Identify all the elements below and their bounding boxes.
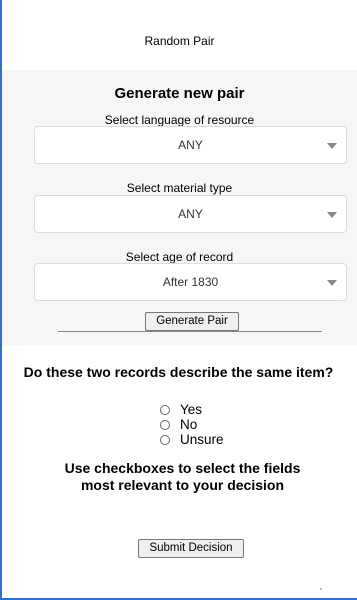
record-age-label: Select age of record (125, 250, 234, 264)
language-select-value: ANY (178, 138, 203, 152)
page-title: Random Pair (144, 34, 215, 48)
submit-decision-button[interactable]: Submit Decision (138, 539, 244, 558)
record-age-select-value: After 1830 (162, 275, 219, 289)
radio-label-yes[interactable]: Yes (180, 402, 202, 417)
material-type-select-value: ANY (178, 207, 203, 221)
chevron-down-icon (327, 280, 337, 286)
radio-unchecked-icon[interactable] (160, 435, 170, 445)
radio-unchecked-icon[interactable] (160, 405, 170, 415)
radio-label-no[interactable]: No (180, 417, 197, 432)
chevron-down-icon (327, 143, 337, 149)
language-select[interactable]: ANY (34, 126, 347, 164)
record-age-select[interactable]: After 1830 (34, 263, 347, 301)
chevron-down-icon (327, 212, 337, 218)
language-label: Select language of resource (104, 113, 255, 127)
material-type-label: Select material type (126, 181, 233, 195)
generate-pair-button[interactable]: Generate Pair (145, 312, 239, 331)
radio-label-unsure[interactable]: Unsure (180, 432, 224, 447)
page-header: Random Pair (2, 10, 357, 66)
decorative-dot (320, 588, 322, 590)
panel-title: Generate new pair (114, 85, 245, 102)
radio-unchecked-icon[interactable] (160, 420, 170, 430)
decision-question: Do these two records describe the same i… (23, 364, 334, 380)
generate-pair-panel: Generate new pair Select language of res… (2, 70, 357, 345)
material-type-select[interactable]: ANY (34, 195, 347, 233)
instruction-text: Use checkboxes to select the fields most… (64, 460, 301, 493)
divider (58, 331, 322, 332)
